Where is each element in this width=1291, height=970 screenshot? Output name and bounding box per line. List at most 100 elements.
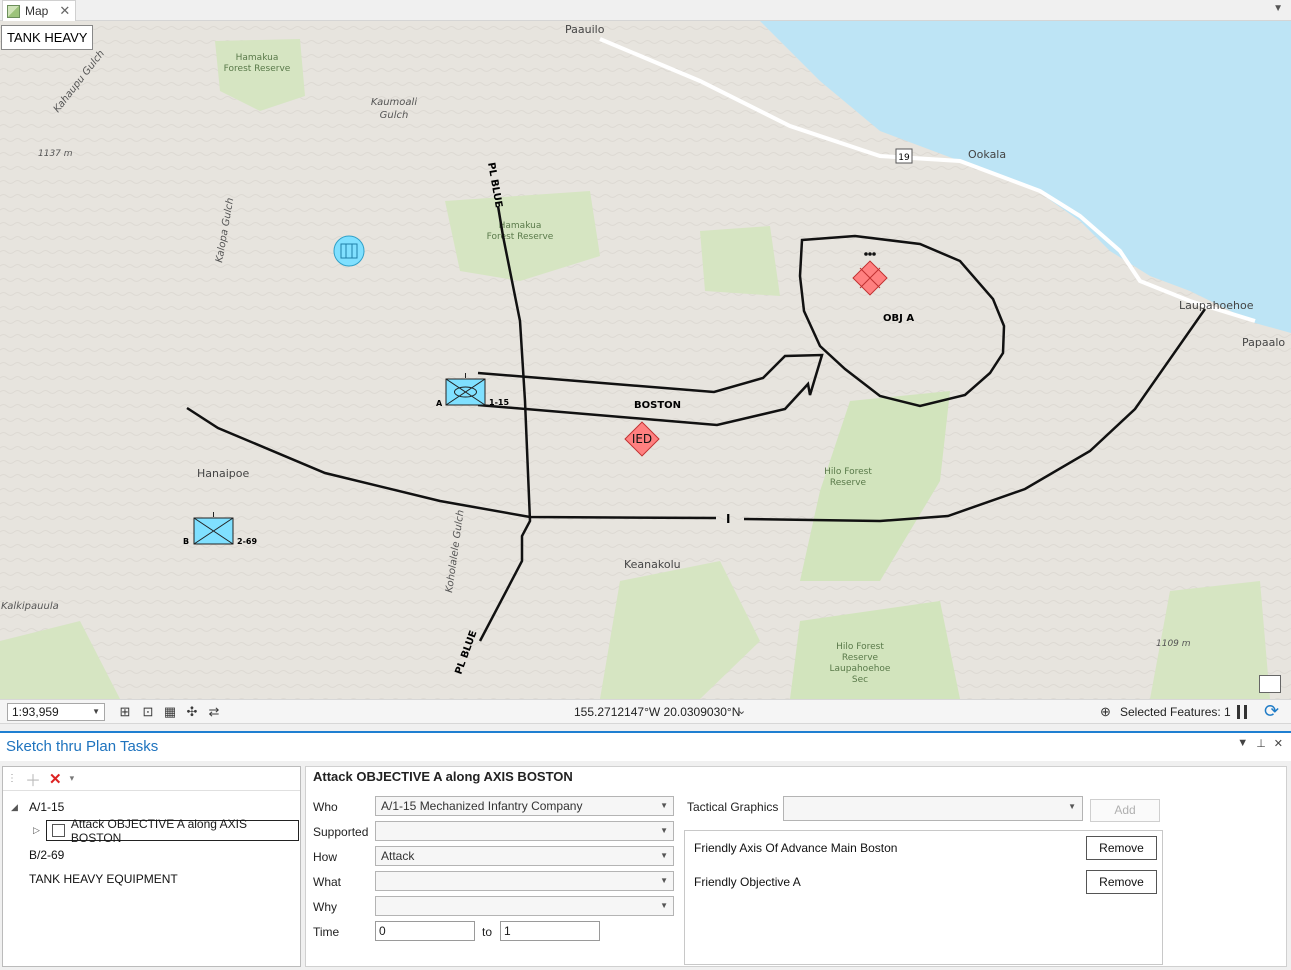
unit-designation: 2-69	[237, 537, 257, 546]
full-extent-icon[interactable]: ⊡	[140, 704, 156, 720]
chevron-down-icon[interactable]: ▼	[1273, 3, 1283, 14]
place-label: Hanaipoe	[197, 467, 249, 480]
refresh-icon[interactable]: ⟳	[1264, 701, 1279, 722]
tree-item-label: A/1-15	[29, 800, 65, 814]
forest-label-line: Hilo Forest	[824, 467, 872, 477]
map-view[interactable]: 19 Paauilo Ookala Laupahoehoe Papaalo Ha…	[0, 21, 1291, 699]
forest-area	[700, 226, 780, 296]
navigation-icon[interactable]: ⇄	[206, 704, 222, 720]
grip-icon: ⋮	[7, 773, 17, 784]
coordinate-readout: 155.2712147°W 20.0309030°N	[574, 705, 741, 719]
graphic-name: Friendly Axis Of Advance Main Boston	[694, 841, 898, 855]
tab-map[interactable]: Map ✕	[2, 0, 76, 21]
time-label: Time	[313, 925, 340, 939]
how-label: How	[313, 850, 338, 864]
chevron-down-icon[interactable]: ⌄	[737, 704, 746, 717]
remove-button[interactable]: Remove	[1086, 836, 1157, 860]
place-label: Papaalo	[1242, 336, 1285, 349]
pin-icon[interactable]: ⊥	[1256, 737, 1266, 750]
map-overview-icon[interactable]	[1259, 675, 1281, 693]
chevron-down-icon[interactable]: ▾	[70, 773, 75, 784]
add-graphic-button[interactable]: Add	[1090, 799, 1160, 822]
pane-controls: ▼ ⊥ ✕	[1237, 737, 1283, 750]
gulch-label: Kaumoali	[371, 97, 417, 108]
place-label: Keanakolu	[624, 558, 681, 571]
place-label: Laupahoehoe	[1179, 299, 1254, 312]
fixed-zoom-icon[interactable]: ⊞	[117, 704, 133, 720]
place-label: Ookala	[968, 148, 1006, 161]
time-from-input[interactable]: 0	[375, 921, 475, 941]
tactical-graphics-select[interactable]: ▼	[783, 796, 1083, 821]
task-checkbox[interactable]	[52, 824, 65, 837]
elevation-label: 1109 m	[1156, 639, 1191, 649]
tree-item-attack-task[interactable]: Attack OBJECTIVE A along AXIS BOSTON	[46, 817, 299, 845]
tactical-graphics-list: Friendly Axis Of Advance Main Boston Rem…	[684, 830, 1163, 965]
map-icon	[7, 4, 20, 18]
route-number: 19	[898, 153, 910, 163]
supported-label: Supported	[313, 825, 369, 839]
unit-designation: B	[183, 537, 189, 546]
boundary-echelon: I	[726, 512, 730, 526]
select-features-icon: ⊕	[1100, 704, 1111, 719]
ied-label: IED	[632, 432, 652, 446]
chevron-down-icon[interactable]: ▼	[1237, 737, 1248, 750]
chevron-down-icon: ▼	[660, 901, 668, 910]
pause-icon[interactable]	[1237, 705, 1249, 719]
expanded-icon[interactable]: ◢	[11, 802, 23, 813]
map-canvas: 19 Paauilo Ookala Laupahoehoe Papaalo Ha…	[0, 21, 1291, 699]
forest-label-line: Hilo Forest	[836, 642, 884, 652]
chevron-down-icon: ▼	[660, 876, 668, 885]
elevation-label: 1137 m	[38, 149, 73, 159]
close-icon[interactable]: ✕	[1274, 737, 1283, 750]
scale-selector[interactable]: 1:93,959 ▼	[7, 703, 105, 721]
how-select[interactable]: Attack ▼	[375, 846, 674, 866]
tree-toolbar: ⋮ ＋ ✕ ▾	[3, 767, 300, 791]
what-label: What	[313, 875, 342, 889]
tree-item-a-1-15[interactable]: ◢ A/1-15	[11, 796, 64, 818]
how-value: Attack	[381, 849, 415, 863]
supported-select[interactable]: ▼	[375, 821, 674, 841]
collapsed-icon[interactable]: ▷	[33, 825, 45, 836]
friendly-installation-symbol[interactable]	[333, 235, 365, 267]
task-detail-panel: Attack OBJECTIVE A along AXIS BOSTON Who…	[305, 766, 1287, 967]
time-to-label: to	[482, 925, 493, 939]
who-label: Who	[313, 800, 338, 814]
forest-label-line: Sec	[852, 675, 868, 685]
tree-item-label: Attack OBJECTIVE A along AXIS BOSTON	[70, 816, 247, 845]
forest-label-line: Laupahoehoe	[830, 664, 891, 674]
map-status-bar: 1:93,959 ▼ ⊞ ⊡ ▦ ✣ ⇄ 155.2712147°W 20.03…	[0, 699, 1291, 724]
chevron-down-icon: ▼	[660, 826, 668, 835]
chevron-down-icon: ▼	[1068, 802, 1076, 811]
graphic-name: Friendly Objective A	[694, 875, 801, 889]
forest-label-line: Forest Reserve	[224, 64, 291, 74]
tree-item-b-2-69[interactable]: B/2-69	[29, 844, 64, 866]
what-select[interactable]: ▼	[375, 871, 674, 891]
unit-designation: A	[436, 399, 443, 408]
list-item: Friendly Objective A Remove	[685, 865, 1162, 899]
chevron-down-icon: ▼	[660, 851, 668, 860]
tree-item-tank-heavy-equipment[interactable]: TANK HEAVY EQUIPMENT	[29, 868, 178, 890]
snapping-icon[interactable]: ✣	[184, 704, 200, 720]
why-label: Why	[313, 900, 337, 914]
time-to-input[interactable]: 1	[500, 921, 600, 941]
chevron-down-icon: ▼	[660, 801, 668, 810]
selected-features-count[interactable]: Selected Features: 1	[1120, 705, 1231, 719]
place-label: Paauilo	[565, 23, 605, 36]
remove-button[interactable]: Remove	[1086, 870, 1157, 894]
add-icon[interactable]: ＋	[25, 767, 41, 791]
forest-label-line: Hamakua	[236, 53, 279, 63]
who-value: A/1-15 Mechanized Infantry Company	[381, 799, 583, 813]
chevron-down-icon: ▼	[92, 707, 100, 716]
why-select[interactable]: ▼	[375, 896, 674, 916]
close-icon[interactable]: ✕	[59, 3, 70, 19]
forest-label-line: Reserve	[830, 478, 867, 488]
app-window: Map ✕ ▼ 19 Paauilo Ookala Laupahoehoe Pa…	[0, 0, 1291, 970]
unit-designation: 1-15	[489, 398, 509, 407]
who-select[interactable]: A/1-15 Mechanized Infantry Company ▼	[375, 796, 674, 816]
scale-value: 1:93,959	[12, 705, 59, 719]
grid-icon[interactable]: ▦	[162, 704, 178, 720]
map-layout-title: TANK HEAVY	[1, 25, 94, 50]
tab-map-label: Map	[25, 4, 49, 18]
tree-item-label: B/2-69	[29, 848, 65, 862]
delete-icon[interactable]: ✕	[49, 770, 62, 788]
